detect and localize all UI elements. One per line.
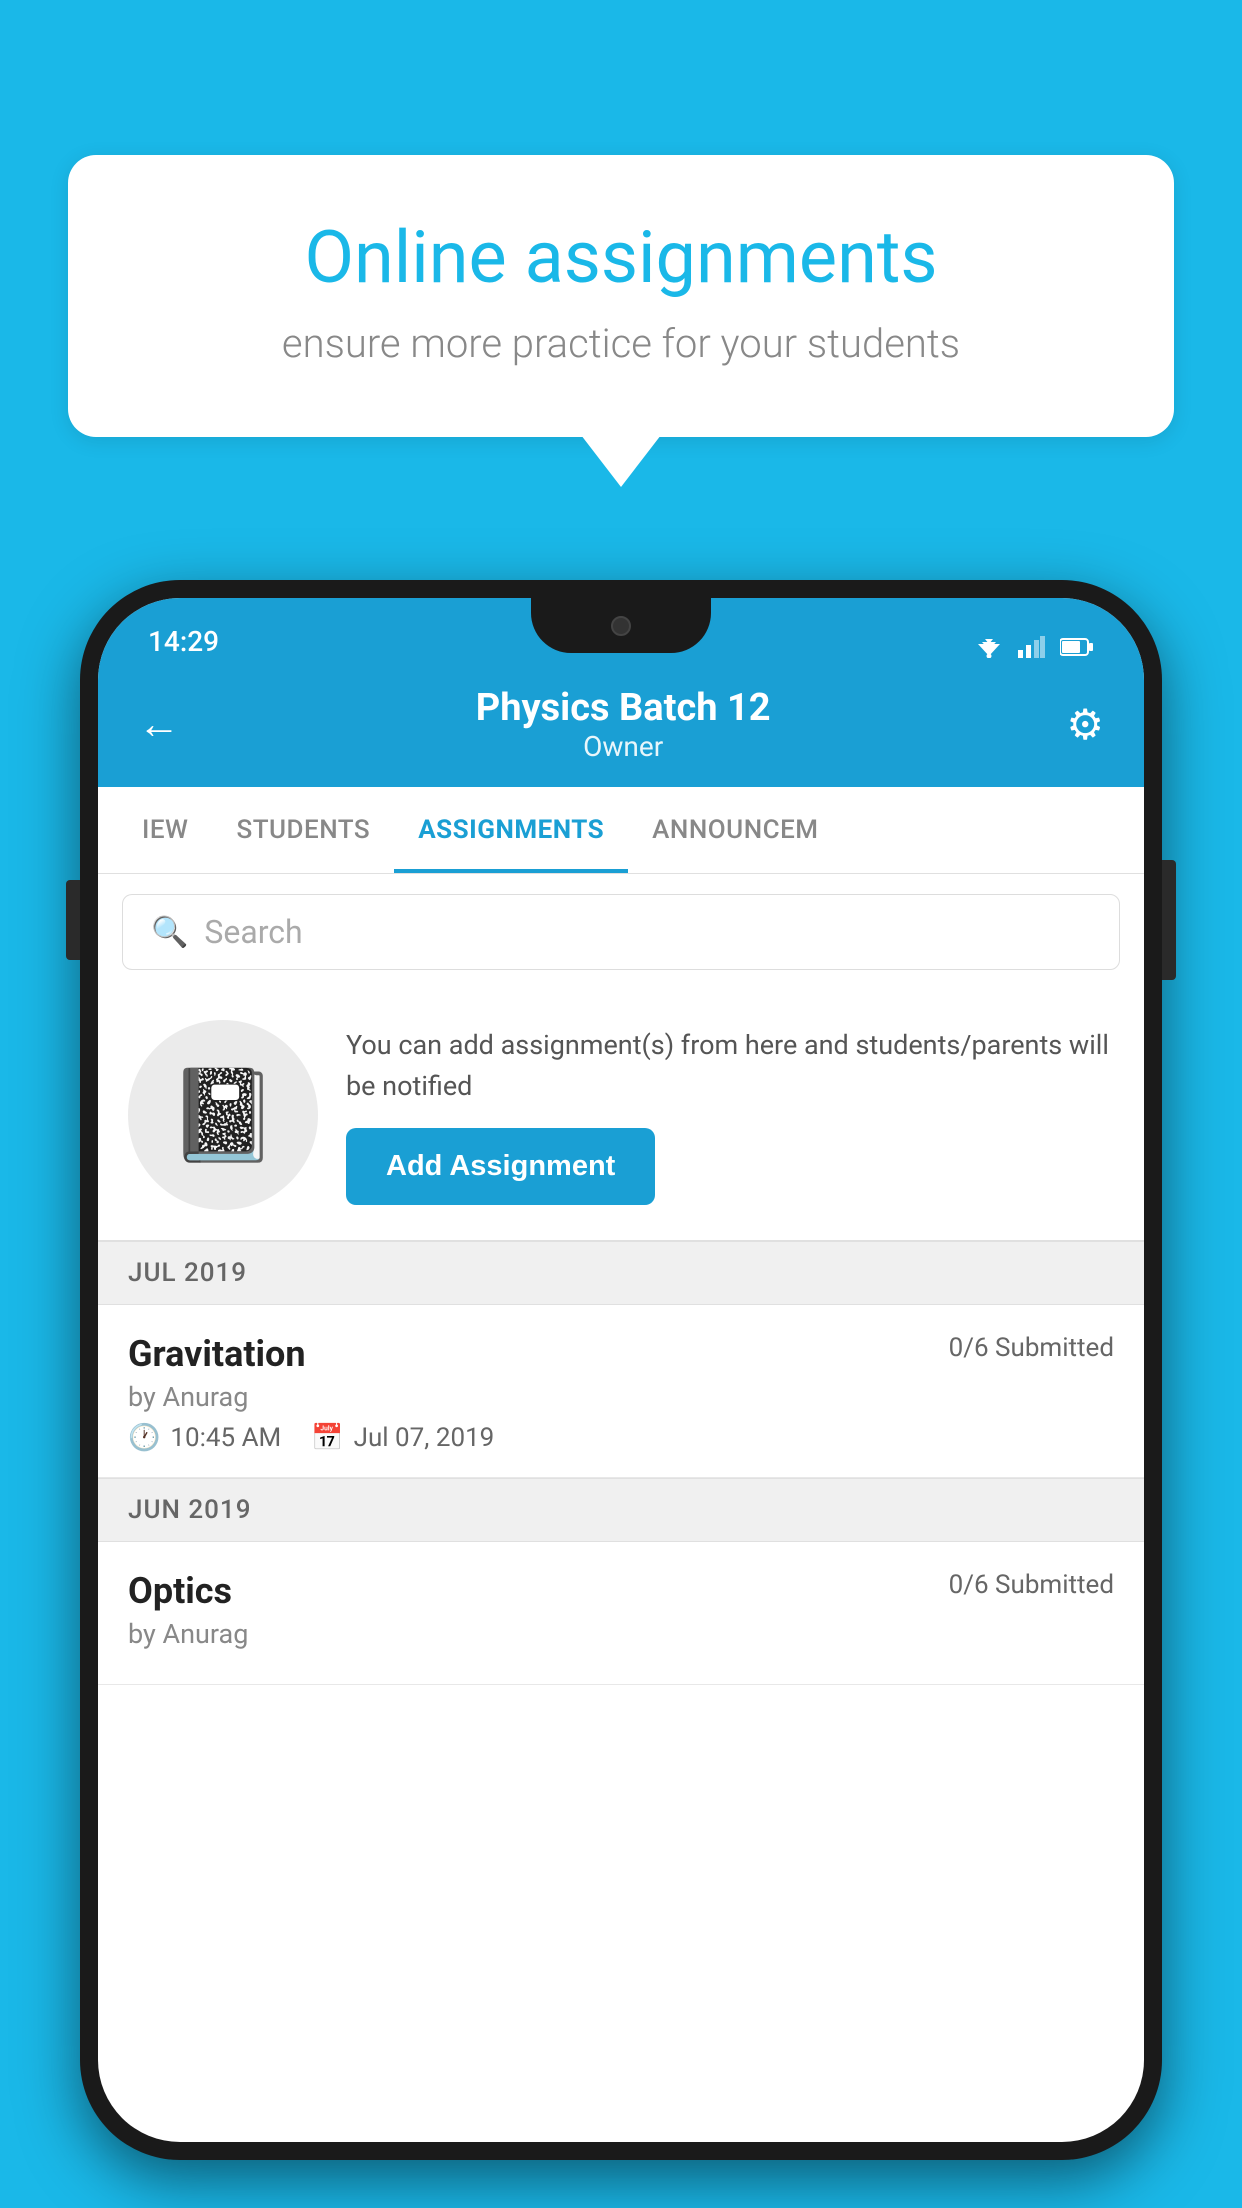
search-container: 🔍 Search (98, 874, 1144, 990)
phone-outer: 14:29 (80, 580, 1162, 2160)
tab-announcements[interactable]: ANNOUNCEM (628, 787, 842, 873)
assignment-submitted: 0/6 Submitted (949, 1333, 1114, 1363)
wifi-icon (974, 636, 1004, 658)
camera-icon (611, 616, 631, 636)
speech-bubble: Online assignments ensure more practice … (68, 155, 1174, 437)
assignment-item-optics[interactable]: Optics 0/6 Submitted by Anurag (98, 1542, 1144, 1685)
signal-icon (1018, 636, 1046, 658)
assignment-item-gravitation[interactable]: Gravitation 0/6 Submitted by Anurag 🕐 10… (98, 1305, 1144, 1478)
settings-icon[interactable]: ⚙ (1066, 700, 1104, 750)
assignment-date: 📅 Jul 07, 2019 (311, 1423, 494, 1453)
promo-description: You can add assignment(s) from here and … (346, 1025, 1114, 1106)
assignment-author-optics: by Anurag (128, 1618, 1114, 1650)
notebook-icon: 📓 (167, 1063, 279, 1168)
search-icon: 🔍 (151, 915, 188, 950)
assignment-time: 🕐 10:45 AM (128, 1423, 281, 1453)
clock-icon: 🕐 (128, 1423, 160, 1453)
search-box[interactable]: 🔍 Search (122, 894, 1120, 970)
tabs-bar: IEW STUDENTS ASSIGNMENTS ANNOUNCEM (98, 787, 1144, 874)
month-header-jun: JUN 2019 (98, 1478, 1144, 1542)
tab-assignments[interactable]: ASSIGNMENTS (394, 787, 628, 873)
month-header-jul: JUL 2019 (98, 1241, 1144, 1305)
tab-students[interactable]: STUDENTS (212, 787, 394, 873)
calendar-icon: 📅 (311, 1423, 343, 1453)
status-icons (974, 636, 1094, 658)
phone-screen: 14:29 (98, 598, 1144, 2142)
header-subtitle: Owner (476, 730, 771, 763)
promo-text-area: You can add assignment(s) from here and … (346, 1025, 1114, 1205)
assignment-submitted-optics: 0/6 Submitted (949, 1570, 1114, 1600)
phone-notch (531, 598, 711, 653)
speech-bubble-subtitle: ensure more practice for your students (148, 320, 1094, 367)
assignment-meta: 🕐 10:45 AM 📅 Jul 07, 2019 (128, 1423, 1114, 1453)
assignment-title-optics: Optics (128, 1570, 232, 1612)
phone-mockup: 14:29 (80, 580, 1162, 2160)
app-header: ← Physics Batch 12 Owner ⚙ (98, 668, 1144, 787)
back-button[interactable]: ← (138, 700, 180, 749)
speech-bubble-title: Online assignments (148, 215, 1094, 300)
header-title-group: Physics Batch 12 Owner (476, 686, 771, 763)
notebook-icon-circle: 📓 (128, 1020, 318, 1210)
add-assignment-button[interactable]: Add Assignment (346, 1128, 655, 1205)
battery-icon (1060, 637, 1094, 657)
assignment-author: by Anurag (128, 1381, 1114, 1413)
promo-card: Online assignments ensure more practice … (68, 155, 1174, 437)
promo-box: 📓 You can add assignment(s) from here an… (98, 990, 1144, 1241)
search-placeholder: Search (204, 913, 302, 951)
assignment-title: Gravitation (128, 1333, 306, 1375)
status-time: 14:29 (148, 625, 219, 658)
tab-overview[interactable]: IEW (118, 787, 212, 873)
header-title: Physics Batch 12 (476, 686, 771, 730)
